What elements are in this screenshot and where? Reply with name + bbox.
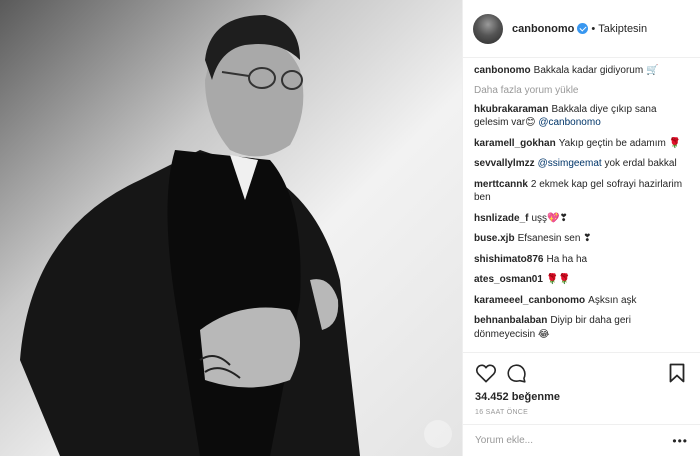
caption: canbonomo Bakkala kadar gidiyorum 🛒 <box>474 64 688 78</box>
like-count[interactable]: 34.452 beğenme <box>475 391 688 403</box>
post-viewer: canbonomo • Takiptesin canbonomo Bakkala … <box>0 0 700 456</box>
more-options-icon[interactable]: ••• <box>672 434 688 448</box>
header-separator: • <box>591 22 596 35</box>
comment-text: yok erdal bakkal <box>604 158 677 169</box>
load-more-comments-link[interactable]: Daha fazla yorum yükle <box>474 85 688 96</box>
comment-username[interactable]: buse.xjb <box>474 233 515 244</box>
comment-username[interactable]: sevvallylmzz <box>474 158 535 169</box>
comment-mention[interactable]: @canbonomo <box>538 117 600 128</box>
comment-text: uşş💖❣ <box>531 212 568 224</box>
action-icons <box>475 361 688 385</box>
post-timestamp: 16 SAAT ÖNCE <box>475 409 529 416</box>
comment-item: karamell_gokhan Yakıp geçtin be adamım 🌹 <box>474 137 688 151</box>
comment-item: buse.xjb Efsanesin sen ❣ <box>474 232 688 246</box>
post-sidebar: canbonomo • Takiptesin canbonomo Bakkala … <box>462 0 700 456</box>
comment-item: sevvallylmzz @ssimgeemat yok erdal bakkal <box>474 157 688 171</box>
verified-badge-icon <box>577 23 589 34</box>
comment-username[interactable]: karamell_gokhan <box>474 138 556 149</box>
comment-item: karameeel_canbonomo Aşksın aşk <box>474 294 688 308</box>
comment-username[interactable]: shishimato876 <box>474 254 543 265</box>
comment-text: 🌹🌹 <box>545 274 571 285</box>
comment-item: shishimato876 Ha ha ha <box>474 253 688 267</box>
comment-item: hkubrakaraman Bakkala diye çıkıp sana gel… <box>474 103 688 130</box>
comment-text: Efsanesin sen ❣ <box>517 233 592 244</box>
comment-item: hsnlizade_f uşş💖❣ <box>474 212 688 226</box>
comment-username[interactable]: ates_osman01 <box>474 274 543 285</box>
comment-list[interactable]: canbonomo Bakkala kadar gidiyorum 🛒 Daha … <box>463 64 700 342</box>
header-username[interactable]: canbonomo <box>512 23 574 35</box>
heart-icon[interactable] <box>475 362 497 384</box>
comment-username[interactable]: karameeel_canbonomo <box>474 295 585 306</box>
follow-status[interactable]: Takiptesin <box>598 23 647 35</box>
comment-username[interactable]: hsnlizade_f <box>474 213 528 224</box>
comment-item: behnanbalaban Diyip bir daha geri dönmeye… <box>474 314 688 341</box>
caption-text: Bakkala kadar gidiyorum 🛒 <box>533 65 659 76</box>
comment-username[interactable]: hkubrakaraman <box>474 104 548 115</box>
comment-mention[interactable]: @ssimgeemat <box>538 158 602 169</box>
comment-text: Ha ha ha <box>546 253 588 265</box>
post-header: canbonomo • Takiptesin <box>463 0 700 58</box>
comment-composer: Yorum ekle... ••• <box>463 424 700 456</box>
comment-text: Aşksın aşk <box>588 294 637 306</box>
bookmark-icon[interactable] <box>666 362 688 384</box>
comment-icon[interactable] <box>505 362 527 384</box>
comment-username[interactable]: behnanbalaban <box>474 315 547 326</box>
comment-username[interactable]: merttcannk <box>474 179 528 190</box>
post-actions: 34.452 beğenme 16 SAAT ÖNCE <box>463 352 700 416</box>
comment-text: Yakıp geçtin be adamım 🌹 <box>558 137 682 149</box>
photo-illustration <box>0 0 462 456</box>
add-comment-input[interactable]: Yorum ekle... <box>475 435 672 446</box>
comment-item: ates_osman01 🌹🌹 <box>474 273 688 287</box>
comment-item: merttcannk 2 ekmek kap gel sofrayi hazirl… <box>474 178 688 205</box>
avatar[interactable] <box>473 13 503 44</box>
post-photo[interactable] <box>0 0 462 456</box>
caption-username[interactable]: canbonomo <box>474 65 531 76</box>
